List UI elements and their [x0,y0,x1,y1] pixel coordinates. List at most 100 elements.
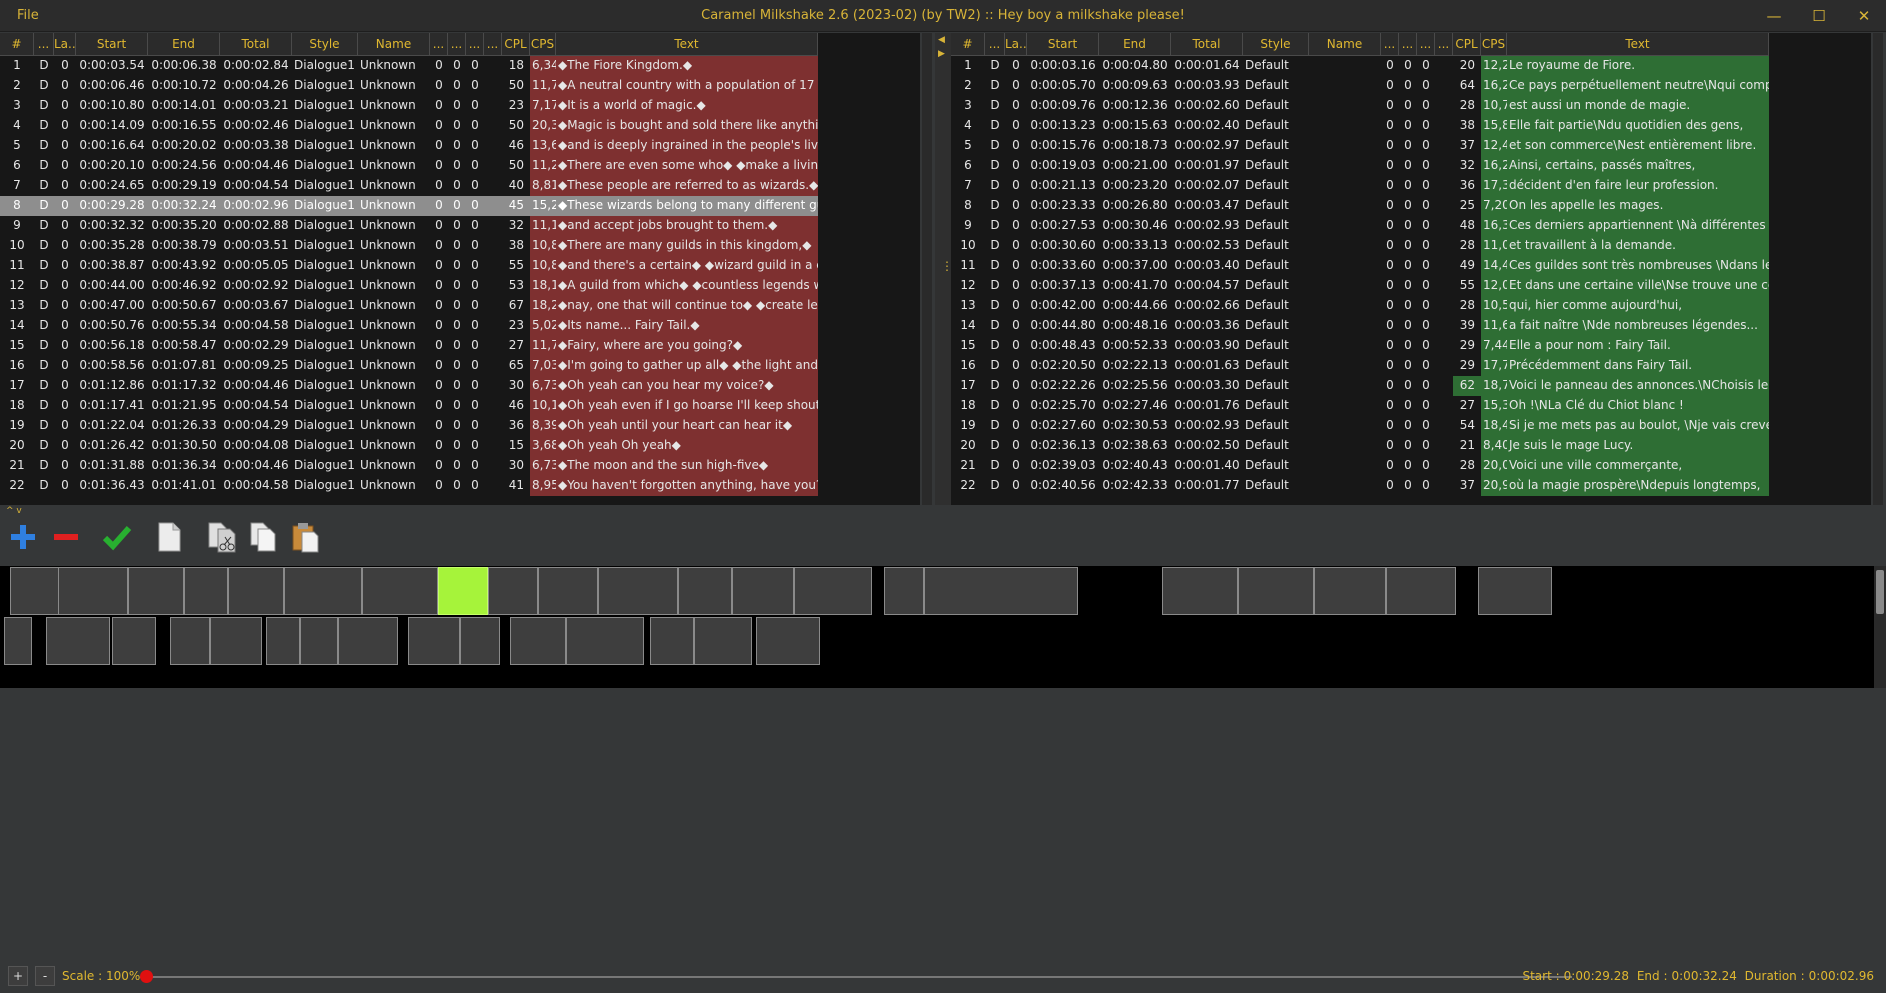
right-col-header-name[interactable]: Name [1309,33,1381,56]
timeline-event[interactable] [46,617,110,665]
right-subtitle-row[interactable]: 20 D 0 0:02:36.13 0:02:38.63 0:00:02.50 Defaul… [951,436,1769,456]
timeline-event[interactable] [694,617,752,665]
right-subtitle-row[interactable]: 16 D 0 0:02:20.50 0:02:22.13 0:00:01.63 Defaul… [951,356,1769,376]
right-col-header-num[interactable]: # [951,33,985,56]
right-col-header-d1[interactable]: ... [1381,33,1399,56]
left-subtitle-row[interactable]: 1 D 0 0:00:03.54 0:00:06.38 0:00:02.84 Dialogu… [0,56,818,76]
left-subtitle-row[interactable]: 12 D 0 0:00:44.00 0:00:46.92 0:00:02.92 Dialog… [0,276,818,296]
right-col-header-cps[interactable]: CPS [1481,33,1507,56]
right-subtitle-row[interactable]: 12 D 0 0:00:37.13 0:00:41.70 0:00:04.57 Defaul… [951,276,1769,296]
copy-icon[interactable] [246,520,280,554]
timeline-event[interactable] [300,617,338,665]
timeline-event[interactable] [1162,567,1238,615]
timeline-event[interactable] [58,567,128,615]
right-subtitle-row[interactable]: 3 D 0 0:00:09.76 0:00:12.36 0:00:02.60 Default… [951,96,1769,116]
left-subtitle-row[interactable]: 14 D 0 0:00:50.76 0:00:55.34 0:00:04.58 Dialog… [0,316,818,336]
collapse-left-icon[interactable]: ◀ [938,35,945,45]
timeline-event[interactable] [1386,567,1456,615]
timeline-scrollbar[interactable] [1874,566,1886,688]
right-subtitle-row[interactable]: 5 D 0 0:00:15.76 0:00:18.73 0:00:02.97 Default… [951,136,1769,156]
left-col-header-dots[interactable]: ... [34,33,54,56]
timeline-event[interactable] [284,567,362,615]
right-subtitle-row[interactable]: 19 D 0 0:02:27.60 0:02:30.53 0:00:02.93 Defaul… [951,416,1769,436]
timeline-scroll-thumb[interactable] [1876,570,1884,614]
left-subtitle-row[interactable]: 21 D 0 0:01:31.88 0:01:36.34 0:00:04.46 Dialog… [0,456,818,476]
right-col-header-start[interactable]: Start [1027,33,1099,56]
right-col-header-d3[interactable]: ... [1417,33,1435,56]
scale-slider-track[interactable] [140,976,1572,978]
left-subtitle-row[interactable]: 20 D 0 0:01:26.42 0:01:30.50 0:00:04.08 Dialog… [0,436,818,456]
right-col-header-text[interactable]: Text [1507,33,1769,56]
right-subtitle-row[interactable]: 21 D 0 0:02:39.03 0:02:40.43 0:00:01.40 Defaul… [951,456,1769,476]
right-subtitle-row[interactable]: 13 D 0 0:00:42.00 0:00:44.66 0:00:02.66 Defaul… [951,296,1769,316]
left-subtitle-row[interactable]: 15 D 0 0:00:56.18 0:00:58.47 0:00:02.29 Dialog… [0,336,818,356]
right-subtitle-row[interactable]: 11 D 0 0:00:33.60 0:00:37.00 0:00:03.40 Defaul… [951,256,1769,276]
timeline-event[interactable] [650,617,694,665]
new-file-icon[interactable] [152,520,186,554]
timeline-event[interactable] [1238,567,1314,615]
left-subtitle-row[interactable]: 17 D 0 0:01:12.86 0:01:17.32 0:00:04.46 Dialog… [0,376,818,396]
zoom-in-button[interactable]: + [8,966,28,986]
cut-icon[interactable] [204,520,238,554]
left-col-header-cps[interactable]: CPS [530,33,556,56]
grid-splitter[interactable]: ◀ ▶ ⋮ [935,33,953,505]
timeline-event[interactable] [924,567,1078,615]
right-subtitle-row[interactable]: 7 D 0 0:00:21.13 0:00:23.20 0:00:02.07 Default… [951,176,1769,196]
timeline-event[interactable] [184,567,228,615]
timeline-event[interactable] [756,617,820,665]
left-grid-scrollbar[interactable] [922,33,932,505]
left-col-header-layer[interactable]: La... [54,33,76,56]
right-subtitle-row[interactable]: 4 D 0 0:00:13.23 0:00:15.63 0:00:02.40 Default… [951,116,1769,136]
left-subtitle-row[interactable]: 4 D 0 0:00:14.09 0:00:16.55 0:00:02.46 Dialogu… [0,116,818,136]
timeline-event[interactable] [4,617,32,665]
timeline[interactable] [0,566,1874,688]
left-subtitle-row[interactable]: 9 D 0 0:00:32.32 0:00:35.20 0:00:02.88 Dialogu… [0,216,818,236]
check-icon[interactable] [100,520,134,554]
timeline-event[interactable] [488,567,538,615]
right-col-header-d2[interactable]: ... [1399,33,1417,56]
timeline-event[interactable] [266,617,300,665]
right-subtitle-row[interactable]: 6 D 0 0:00:19.03 0:00:21.00 0:00:01.97 Default… [951,156,1769,176]
left-subtitle-row[interactable]: 8 D 0 0:00:29.28 0:00:32.24 0:00:02.96 Dialogu… [0,196,818,216]
left-col-header-d1[interactable]: ... [430,33,448,56]
right-col-header-dots[interactable]: ... [985,33,1005,56]
left-subtitle-row[interactable]: 16 D 0 0:00:58.56 0:01:07.81 0:00:09.25 Dialog… [0,356,818,376]
timeline-event[interactable] [460,617,500,665]
remove-icon[interactable] [49,520,83,554]
timeline-event[interactable] [1478,567,1552,615]
timeline-event[interactable] [678,567,732,615]
timeline-event[interactable] [170,617,210,665]
right-subtitle-row[interactable]: 15 D 0 0:00:48.43 0:00:52.33 0:00:03.90 Defaul… [951,336,1769,356]
collapse-right-icon[interactable]: ▶ [938,49,945,59]
right-col-header-end[interactable]: End [1099,33,1171,56]
right-grid-scrollbar[interactable] [1873,33,1883,505]
timeline-event[interactable] [538,567,598,615]
left-subtitle-row[interactable]: 22 D 0 0:01:36.43 0:01:41.01 0:00:04.58 Dialog… [0,476,818,496]
left-subtitle-row[interactable]: 10 D 0 0:00:35.28 0:00:38.79 0:00:03.51 Dialog… [0,236,818,256]
timeline-event[interactable] [228,567,284,615]
left-subtitle-row[interactable]: 6 D 0 0:00:20.10 0:00:24.56 0:00:04.46 Dialogu… [0,156,818,176]
right-subtitle-row[interactable]: 18 D 0 0:02:25.70 0:02:27.46 0:00:01.76 Defaul… [951,396,1769,416]
right-subtitle-row[interactable]: 2 D 0 0:00:05.70 0:00:09.63 0:00:03.93 Default… [951,76,1769,96]
left-subtitle-row[interactable]: 19 D 0 0:01:22.04 0:01:26.33 0:00:04.29 Dialog… [0,416,818,436]
left-col-header-text[interactable]: Text [556,33,818,56]
right-col-header-d4[interactable]: ... [1435,33,1453,56]
timeline-event[interactable] [128,567,184,615]
right-col-header-layer[interactable]: La... [1005,33,1027,56]
zoom-out-button[interactable]: - [35,966,55,986]
left-col-header-d2[interactable]: ... [448,33,466,56]
left-col-header-start[interactable]: Start [76,33,148,56]
left-subtitle-row[interactable]: 5 D 0 0:00:16.64 0:00:20.02 0:00:03.38 Dialogu… [0,136,818,156]
right-subtitle-row[interactable]: 9 D 0 0:00:27.53 0:00:30.46 0:00:02.93 Default… [951,216,1769,236]
left-col-header-style[interactable]: Style [292,33,358,56]
timeline-event[interactable] [884,567,924,615]
left-subtitle-row[interactable]: 2 D 0 0:00:06.46 0:00:10.72 0:00:04.26 Dialogu… [0,76,818,96]
timeline-event[interactable] [732,567,794,615]
right-subtitle-row[interactable]: 22 D 0 0:02:40.56 0:02:42.33 0:00:01.77 Defaul… [951,476,1769,496]
left-col-header-d3[interactable]: ... [466,33,484,56]
left-subtitle-row[interactable]: 13 D 0 0:00:47.00 0:00:50.67 0:00:03.67 Dialog… [0,296,818,316]
paste-icon[interactable] [288,520,322,554]
timeline-event-selected[interactable] [438,567,488,615]
left-col-header-end[interactable]: End [148,33,220,56]
timeline-event[interactable] [1314,567,1386,615]
